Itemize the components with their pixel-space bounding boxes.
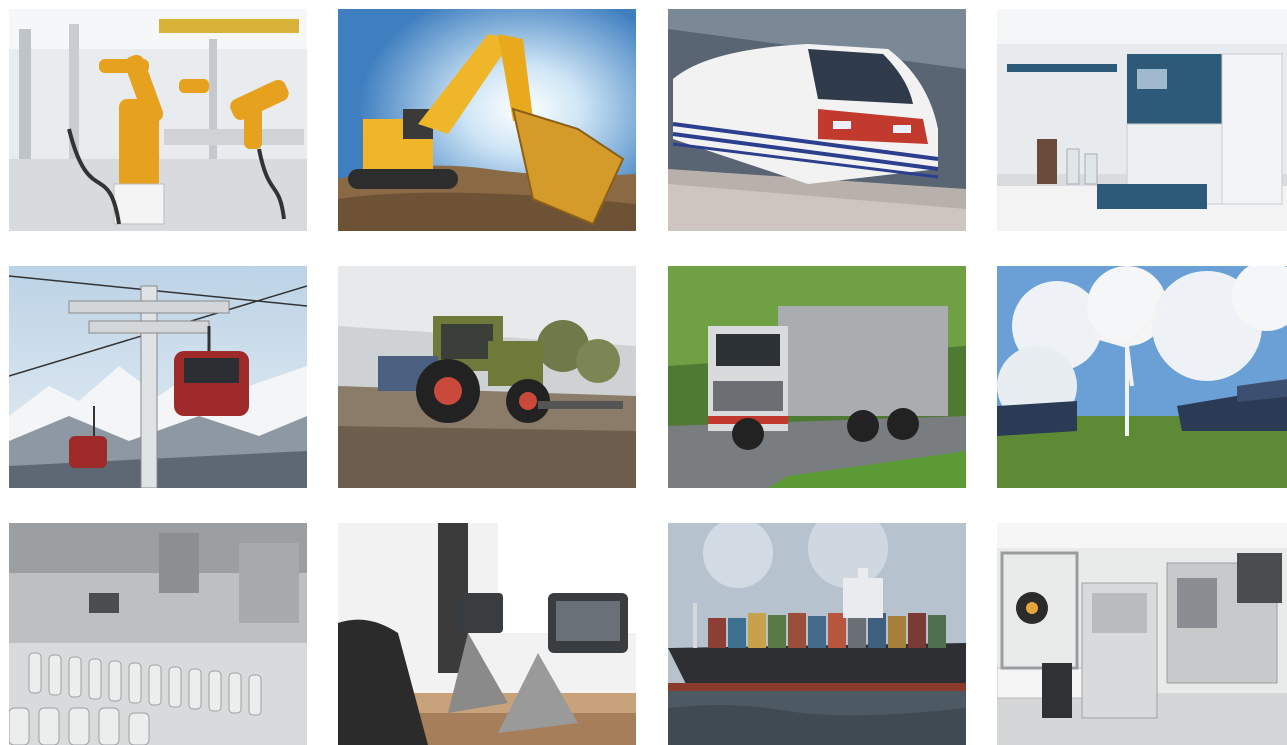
industrial-robot-arm-icon (9, 9, 307, 231)
container-ship-icon (668, 523, 966, 745)
tractor-icon (338, 266, 636, 488)
garbage-truck-icon (668, 266, 966, 488)
tile-industrial-robots[interactable] (9, 9, 307, 231)
laboratory-analyzer-icon (997, 9, 1287, 231)
tile-excavator[interactable] (338, 9, 636, 231)
tile-cable-car[interactable] (9, 266, 307, 488)
tile-tractor[interactable] (338, 266, 636, 488)
cleanroom-machinery-icon (997, 523, 1287, 745)
tile-wind-solar[interactable] (997, 266, 1287, 488)
cable-car-gondola-icon (9, 266, 307, 488)
tile-garbage-truck[interactable] (668, 266, 966, 488)
tile-bottling-line[interactable] (9, 523, 307, 745)
wind-turbine-solar-icon (997, 266, 1287, 488)
tile-container-ship[interactable] (668, 523, 966, 745)
high-speed-train-icon (668, 9, 966, 231)
tile-high-speed-train[interactable] (668, 9, 966, 231)
tile-fitness-equipment[interactable] (338, 523, 636, 745)
tile-cleanroom[interactable] (997, 523, 1287, 745)
fitness-equipment-icon (338, 523, 636, 745)
tile-laboratory[interactable] (997, 9, 1287, 231)
bottling-line-icon (9, 523, 307, 745)
excavator-icon (338, 9, 636, 231)
